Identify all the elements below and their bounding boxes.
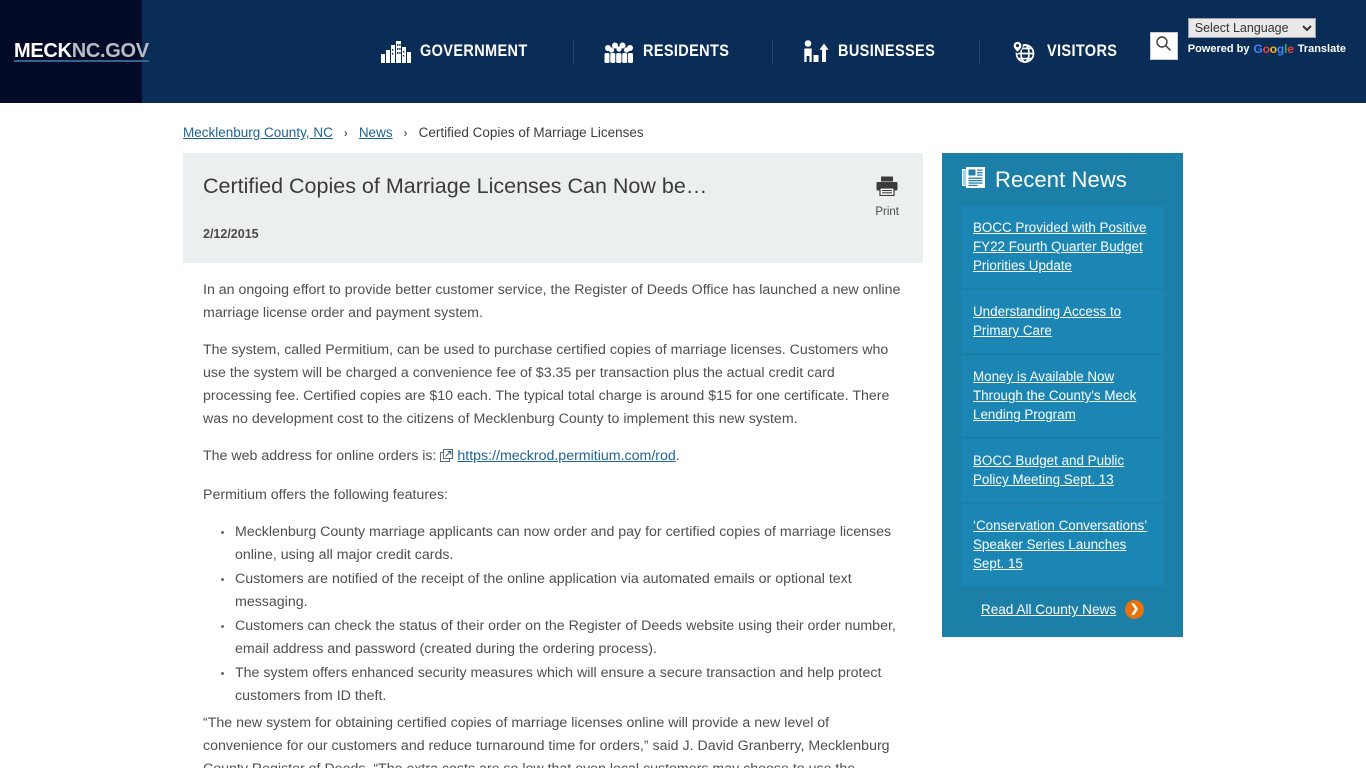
- buildings-icon: [380, 40, 411, 63]
- nav-label-government: GOVERNMENT: [419, 42, 528, 60]
- newspaper-icon: [962, 167, 985, 193]
- nav-label-businesses: BUSINESSES: [838, 42, 936, 60]
- article-paragraph-1: In an ongoing effort to provide better c…: [203, 281, 901, 321]
- header-utilities: Select Language Powered by Google Transl…: [1149, 18, 1346, 60]
- article-date: 2/12/2015: [203, 226, 259, 241]
- news-link[interactable]: ‘Conservation Conversations’ Speaker Ser…: [973, 516, 1152, 573]
- chevron-right-icon: ›: [343, 125, 348, 140]
- article-paragraph-2: The system, called Permitium, can be use…: [203, 341, 890, 427]
- site-header: MECKNC.GOV GOVERNMENT RESIDENTS BUSINESS…: [0, 0, 1366, 103]
- logo-text-ncgov: NC.GOV: [71, 40, 149, 62]
- nav-item-visitors[interactable]: VISITORS: [979, 39, 1158, 64]
- chevron-right-icon: ❯: [1125, 600, 1145, 620]
- search-icon: [1155, 35, 1172, 57]
- list-item: The system offers enhanced security meas…: [221, 662, 903, 708]
- recent-news-header: Recent News: [961, 167, 1164, 193]
- powered-by-google-translate: Powered by Google Translate: [1188, 42, 1346, 56]
- features-lead-paragraph: Permitium offers the following features:: [203, 486, 448, 503]
- list-item: Mecklenburg County marriage applicants c…: [221, 521, 903, 567]
- news-list-item[interactable]: BOCC Budget and Public Policy Meeting Se…: [961, 439, 1164, 503]
- google-wordmark: Google: [1253, 42, 1294, 56]
- site-logo[interactable]: MECKNC.GOV: [0, 0, 149, 103]
- printer-icon: [876, 176, 898, 201]
- breadcrumb-item-home[interactable]: Mecklenburg County, NC: [183, 125, 333, 140]
- article-header: Certified Copies of Marriage Licenses Ca…: [183, 153, 923, 263]
- list-item: Customers are notified of the receipt of…: [221, 568, 903, 614]
- list-item: Customers can check the status of their …: [221, 615, 903, 661]
- logo-text-meck: MECK: [14, 40, 72, 62]
- recent-news-list: BOCC Provided with Positive FY22 Fourth …: [961, 206, 1164, 587]
- translate-text: Translate: [1297, 43, 1346, 55]
- nav-label-visitors: VISITORS: [1047, 42, 1118, 60]
- breadcrumb: Mecklenburg County, NC › News › Certifie…: [0, 103, 1366, 140]
- logo-text: MECKNC.GOV: [14, 40, 149, 63]
- weblink-trailing-period: .: [675, 447, 680, 464]
- recent-news-title: Recent News: [995, 167, 1127, 192]
- nav-item-residents[interactable]: RESIDENTS: [573, 41, 772, 63]
- article-header-text: Certified Copies of Marriage Licenses Ca…: [203, 173, 707, 241]
- globe-pin-icon: [1010, 39, 1038, 64]
- search-button[interactable]: [1149, 32, 1178, 60]
- google-translate-widget: Select Language Powered by Google Transl…: [1187, 18, 1346, 56]
- news-link[interactable]: Money is Available Now Through the Count…: [973, 367, 1152, 424]
- nav-list: GOVERNMENT RESIDENTS BUSINESSES VISITORS: [350, 39, 1159, 64]
- breadcrumb-item-current: Certified Copies of Marriage Licenses: [418, 125, 644, 140]
- print-label: Print: [875, 206, 899, 218]
- news-link[interactable]: BOCC Budget and Public Policy Meeting Se…: [973, 451, 1152, 489]
- weblink-lead-text: The web address for online orders is:: [203, 447, 437, 464]
- news-list-item[interactable]: ‘Conservation Conversations’ Speaker Ser…: [961, 504, 1164, 587]
- article-weblink-paragraph: The web address for online orders is: ht…: [203, 445, 903, 470]
- sidebar: Recent News BOCC Provided with Positive …: [942, 153, 1183, 638]
- article-quote-paragraph: “The new system for obtaining certified …: [203, 714, 890, 768]
- news-list-item[interactable]: BOCC Provided with Positive FY22 Fourth …: [961, 206, 1164, 289]
- news-list-item[interactable]: Money is Available Now Through the Count…: [961, 355, 1164, 438]
- article-body: In an ongoing effort to provide better c…: [183, 263, 923, 768]
- permitium-url-link[interactable]: https://meckrod.permitium.com/rod: [457, 448, 675, 464]
- nav-item-government[interactable]: GOVERNMENT: [350, 40, 573, 63]
- news-list-item[interactable]: Understanding Access to Primary Care: [961, 290, 1164, 354]
- read-all-news-button[interactable]: Read All County News ❯: [961, 600, 1164, 620]
- article-column: Certified Copies of Marriage Licenses Ca…: [183, 153, 923, 768]
- breadcrumb-item-news[interactable]: News: [359, 125, 393, 140]
- page-content: Certified Copies of Marriage Licenses Ca…: [0, 140, 1366, 768]
- page-title: Certified Copies of Marriage Licenses Ca…: [203, 174, 708, 198]
- nav-item-businesses[interactable]: BUSINESSES: [772, 40, 979, 63]
- person-chart-icon: [803, 40, 829, 63]
- print-button[interactable]: Print: [875, 173, 899, 218]
- chevron-right-icon: ›: [403, 125, 408, 140]
- language-select[interactable]: Select Language: [1187, 18, 1316, 38]
- features-list: Mecklenburg County marriage applicants c…: [203, 521, 903, 708]
- nav-label-residents: RESIDENTS: [642, 42, 730, 60]
- powered-by-text: Powered by: [1187, 43, 1250, 55]
- external-link-icon: [440, 447, 454, 470]
- news-link[interactable]: BOCC Provided with Positive FY22 Fourth …: [973, 218, 1152, 275]
- read-all-news-label[interactable]: Read All County News: [981, 602, 1116, 617]
- recent-news-panel: Recent News BOCC Provided with Positive …: [942, 153, 1183, 638]
- people-group-icon: [604, 41, 634, 63]
- news-link[interactable]: Understanding Access to Primary Care: [973, 302, 1152, 340]
